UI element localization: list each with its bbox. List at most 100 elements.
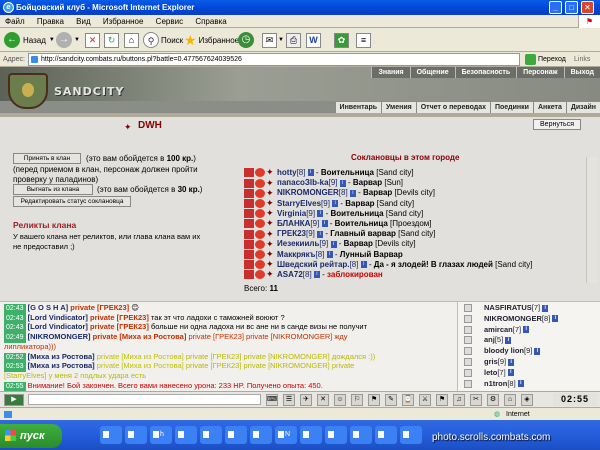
chat-sender[interactable]: [G O S H A] (28, 303, 69, 312)
info-icon[interactable]: i (360, 261, 367, 269)
taskbar-task[interactable]: h (150, 426, 172, 444)
chat-sender[interactable]: [Lord Vindicator] (28, 313, 88, 322)
online-user[interactable]: gris[9] i (464, 357, 515, 367)
private-chat-icon[interactable] (464, 336, 472, 345)
online-user[interactable]: NASFIRATUS[7] i (464, 303, 549, 313)
private-chat-icon[interactable] (464, 347, 472, 356)
edit-member-status-button[interactable]: Редактировать статус соклановца (13, 196, 131, 207)
member-name[interactable]: папасоЗlb-ka (277, 178, 329, 187)
taskbar-task[interactable] (350, 426, 372, 444)
private-chat-icon[interactable] (464, 379, 472, 388)
chat-recipient[interactable]: private [Миха из Ростова] (93, 332, 187, 341)
member-name[interactable]: hotty (277, 168, 297, 177)
start-button[interactable]: пуск (0, 424, 62, 448)
nav-communication[interactable]: Общение (409, 67, 455, 78)
print-button[interactable]: ⎙ (286, 31, 301, 49)
online-user-name[interactable]: anj (484, 335, 495, 344)
member-name[interactable]: БЛАНКА (277, 219, 310, 228)
members-scrollbar[interactable] (586, 157, 598, 283)
chat-sender[interactable]: [Миха из Ростова] (28, 352, 95, 361)
chat-tool-icon[interactable]: ⚔ (419, 394, 431, 406)
online-user-name[interactable]: n1tron (484, 379, 507, 388)
menu-help[interactable]: Справка (190, 15, 231, 28)
member-name[interactable]: ASA72 (277, 270, 303, 279)
chat-sender[interactable]: [NIKROMONGER] (28, 332, 91, 341)
info-icon[interactable]: i (317, 210, 324, 218)
chat-tool-icon[interactable]: ⚙ (487, 394, 499, 406)
forward-dropdown-icon[interactable]: ▼ (74, 37, 80, 43)
online-user-name[interactable]: bloody lion (484, 346, 524, 355)
url-input[interactable]: http://sandcity.combats.ru/buttons.pl?ba… (28, 53, 520, 66)
nav-knowledge[interactable]: Знания (371, 67, 410, 78)
info-icon[interactable]: i (321, 220, 328, 228)
chat-input[interactable] (28, 394, 261, 405)
chat-recipient[interactable]: private [Миха из Ростова] (97, 361, 184, 370)
taskbar-task[interactable] (175, 426, 197, 444)
search-button[interactable]: ⚲ Поиск (143, 31, 183, 49)
chat-sender[interactable]: [Миха из Ростова] (28, 361, 95, 370)
chat-tool-icon[interactable]: ✈ (300, 394, 312, 406)
menu-view[interactable]: Вид (71, 15, 95, 28)
info-icon[interactable]: i (330, 240, 337, 248)
chat-tool-icon[interactable]: ◈ (521, 394, 533, 406)
info-icon[interactable]: i (542, 304, 549, 312)
edit-button[interactable]: W (306, 31, 321, 49)
chat-tool-icon[interactable]: ☰ (283, 394, 295, 406)
chat-tool-icon[interactable]: ✕ (317, 394, 329, 406)
online-user[interactable]: amircan[7] i (464, 325, 530, 335)
taskbar-task[interactable] (250, 426, 272, 444)
chat-tool-icon[interactable]: ⚐ (351, 394, 363, 406)
chat-tool-icon[interactable]: ✂ (470, 394, 482, 406)
info-icon[interactable]: i (332, 199, 339, 207)
info-icon[interactable]: i (552, 315, 559, 323)
nav-transfer-report[interactable]: Отчет о переводах (415, 102, 490, 113)
info-icon[interactable]: i (349, 189, 356, 197)
back-dropdown-icon[interactable]: ▼ (49, 37, 55, 43)
return-button[interactable]: Вернуться (533, 119, 581, 130)
private-chat-icon[interactable] (464, 304, 472, 312)
chat-tool-icon[interactable]: ♫ (453, 394, 465, 406)
taskbar-task[interactable] (325, 426, 347, 444)
info-icon[interactable]: i (534, 347, 541, 355)
taskbar-task[interactable] (200, 426, 222, 444)
member-name[interactable]: ГРЕК23 (277, 229, 306, 238)
private-chat-icon[interactable] (464, 358, 472, 366)
chat-recipient[interactable]: private [ГРЕК23] (70, 303, 129, 312)
nav-inventory[interactable]: Инвентарь (334, 102, 382, 113)
chat-tool-icon[interactable]: ⌨ (266, 394, 278, 406)
private-chat-icon[interactable] (464, 368, 472, 377)
menu-file[interactable]: Файл (0, 15, 30, 28)
messenger-button[interactable]: ✿ (334, 31, 349, 49)
chat-recipient[interactable]: private [Миха из Ростова] (97, 352, 184, 361)
member-name[interactable]: Иезекииль (277, 239, 319, 248)
go-button[interactable]: Переход (524, 53, 566, 66)
kick-from-clan-button[interactable]: Выгнать из клана (13, 184, 93, 195)
info-icon[interactable]: i (307, 169, 314, 177)
taskbar-task[interactable] (125, 426, 147, 444)
accept-clan-button[interactable]: Принять в клан (13, 153, 81, 164)
mail-button[interactable]: ✉ ▼ (262, 31, 284, 49)
chat-tool-icon[interactable]: ⌚ (402, 394, 414, 406)
info-icon[interactable]: i (313, 271, 320, 279)
member-name[interactable]: Маккрякъ (277, 250, 316, 259)
nav-profile[interactable]: Анкета (532, 102, 566, 113)
chat-sender[interactable]: [Lord Vindicator] (28, 322, 88, 331)
taskbar-task[interactable] (375, 426, 397, 444)
member-name[interactable]: NIKROMONGER (277, 188, 339, 197)
online-user[interactable]: NIKROMONGER[8] i (464, 314, 559, 324)
online-user-name[interactable]: leto (484, 368, 497, 377)
stop-button[interactable]: ✕ (85, 31, 100, 49)
online-user-name[interactable]: NIKROMONGER (484, 314, 542, 323)
online-user-name[interactable]: amircan (484, 325, 513, 334)
taskbar-task[interactable] (400, 426, 422, 444)
chat-recipient[interactable]: private [ГРЕК23] (90, 322, 149, 331)
maximize-button[interactable]: □ (565, 1, 578, 14)
info-icon[interactable]: i (507, 369, 514, 377)
info-icon[interactable]: i (317, 230, 324, 238)
private-chat-icon[interactable] (464, 325, 472, 334)
nav-battles[interactable]: Поединки (489, 102, 533, 113)
forward-button[interactable]: → ▼ (56, 31, 80, 49)
member-name[interactable]: Шведский рейтар. (277, 260, 350, 269)
refresh-button[interactable]: ↻ (104, 31, 119, 49)
member-name[interactable]: Virginia (277, 209, 306, 218)
